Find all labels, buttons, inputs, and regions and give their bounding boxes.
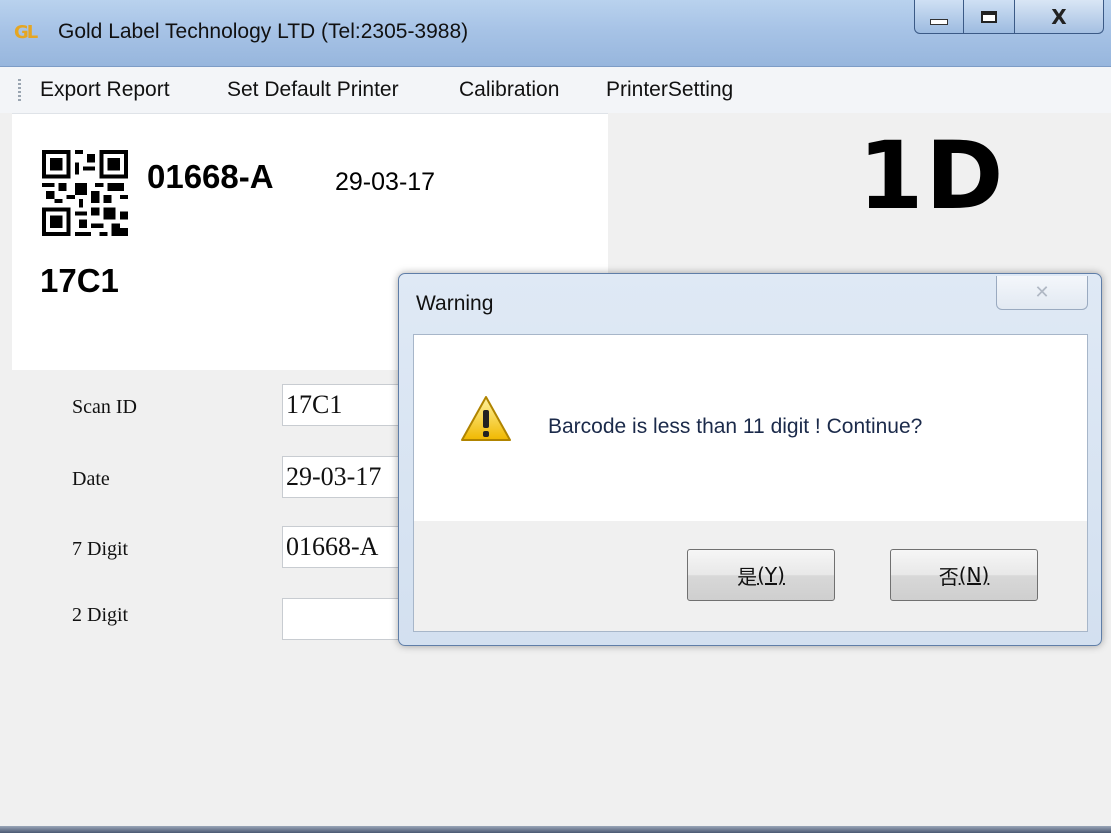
label-code: 01668-A: [147, 158, 274, 195]
no-button[interactable]: 否 (N): [890, 549, 1038, 601]
scan-id-label: Scan ID: [72, 396, 137, 418]
close-button[interactable]: X: [1014, 0, 1104, 34]
barcode-type-badge: 1D: [858, 122, 1006, 231]
menu-calibration[interactable]: Calibration: [459, 75, 559, 105]
label-date: 29-03-17: [335, 168, 436, 196]
window-title: Gold Label Technology LTD (Tel:2305-3988…: [58, 20, 469, 43]
menu-grip-handle[interactable]: [18, 79, 21, 103]
no-button-mnemonic: (N): [958, 563, 990, 587]
menu-printer-setting[interactable]: PrinterSetting: [606, 75, 733, 105]
minimize-icon: [930, 18, 948, 25]
left-margin: [0, 113, 12, 833]
scan-id-input[interactable]: 17C1: [282, 384, 412, 426]
two-digit-input[interactable]: [282, 598, 412, 640]
dialog-message: Barcode is less than 11 digit ! Continue…: [548, 415, 923, 438]
seven-digit-input[interactable]: 01668-A: [282, 526, 412, 568]
seven-digit-label: 7 Digit: [72, 538, 129, 560]
close-icon: X: [1051, 4, 1067, 29]
yes-button-label: 是: [737, 564, 758, 589]
close-icon: ✕: [1034, 282, 1050, 303]
date-input[interactable]: 29-03-17: [282, 456, 412, 498]
menu-set-default-printer[interactable]: Set Default Printer: [227, 75, 399, 105]
dialog-close-button[interactable]: ✕: [996, 276, 1088, 310]
app-logo-icon: GL: [14, 22, 38, 43]
two-digit-label: 2 Digit: [72, 604, 129, 626]
dialog-title: Warning: [416, 292, 494, 315]
date-label: Date: [72, 468, 110, 490]
maximize-button[interactable]: [963, 0, 1015, 34]
qr-code-icon: [42, 150, 128, 236]
maximize-icon: [981, 10, 997, 23]
window-bottom-edge: [0, 826, 1111, 833]
label-scan-id: 17C1: [40, 262, 119, 299]
yes-button[interactable]: 是 (Y): [687, 549, 835, 601]
yes-button-mnemonic: (Y): [757, 563, 785, 587]
menu-export-report[interactable]: Export Report: [40, 75, 170, 105]
warning-dialog: Warning ✕ Barcode is less than 11 digit …: [398, 273, 1102, 646]
menu-bar: Export Report Set Default Printer Calibr…: [0, 67, 1111, 114]
warning-triangle-icon: [461, 396, 511, 441]
title-bar[interactable]: GL Gold Label Technology LTD (Tel:2305-3…: [0, 0, 1111, 67]
minimize-button[interactable]: [914, 0, 964, 34]
no-button-label: 否: [938, 564, 959, 589]
